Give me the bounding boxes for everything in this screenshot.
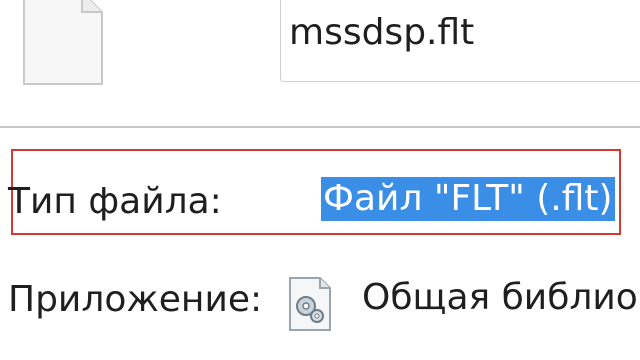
section-divider	[0, 126, 640, 128]
file-name-value: mssdsp.flt	[289, 12, 475, 53]
file-type-value[interactable]: Файл "FLT" (.flt)	[321, 177, 615, 221]
shared-library-gear-icon	[289, 277, 331, 331]
file-type-label: Тип файла:	[8, 181, 222, 222]
file-name-field[interactable]: mssdsp.flt	[280, 0, 640, 82]
blank-file-icon	[23, 0, 103, 85]
application-value: Общая библио	[362, 277, 638, 318]
file-properties-panel: mssdsp.flt Тип файла: Файл "FLT" (.flt) …	[0, 0, 640, 360]
application-label: Приложение:	[8, 279, 263, 320]
